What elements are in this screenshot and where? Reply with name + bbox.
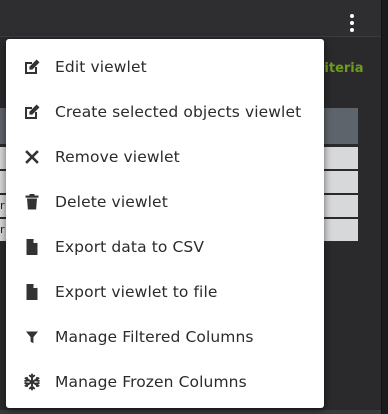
row-text: r — [0, 199, 5, 212]
menu-item-edit-viewlet[interactable]: Edit viewlet — [6, 44, 324, 89]
edit-icon — [23, 103, 41, 121]
menu-item-label: Export viewlet to file — [55, 282, 218, 301]
filter-icon — [23, 328, 41, 346]
file-icon — [23, 283, 41, 301]
menu-item-remove-viewlet[interactable]: Remove viewlet — [6, 134, 324, 179]
snowflake-icon — [23, 373, 41, 391]
menu-item-label: Manage Filtered Columns — [55, 327, 254, 346]
menu-item-label: Export data to CSV — [55, 237, 205, 256]
menu-item-manage-filtered-columns[interactable]: Manage Filtered Columns — [6, 314, 324, 359]
viewlet-actions-menu: Edit viewlet Create selected objects vie… — [6, 39, 324, 408]
kebab-menu-icon[interactable] — [349, 14, 355, 32]
menu-item-create-selected-viewlet[interactable]: Create selected objects viewlet — [6, 89, 324, 134]
menu-item-manage-frozen-columns[interactable]: Manage Frozen Columns — [6, 359, 324, 404]
menu-item-export-file[interactable]: Export viewlet to file — [6, 269, 324, 314]
menu-item-label: Edit viewlet — [55, 57, 147, 76]
row-text: r — [0, 223, 5, 236]
edit-icon — [23, 58, 41, 76]
menu-item-label: Create selected objects viewlet — [55, 102, 302, 121]
app-stage: riteria r r Edit viewlet Create selected… — [0, 0, 388, 414]
trash-icon — [23, 193, 41, 211]
file-icon — [23, 238, 41, 256]
menu-item-export-csv[interactable]: Export data to CSV — [6, 224, 324, 269]
menu-item-delete-viewlet[interactable]: Delete viewlet — [6, 179, 324, 224]
viewlet-header — [0, 0, 381, 37]
criteria-link[interactable]: riteria — [318, 61, 364, 76]
menu-item-label: Remove viewlet — [55, 147, 180, 166]
panel-footer — [0, 410, 381, 414]
menu-item-label: Manage Frozen Columns — [55, 372, 247, 391]
menu-item-label: Delete viewlet — [55, 192, 168, 211]
close-icon — [23, 148, 41, 166]
